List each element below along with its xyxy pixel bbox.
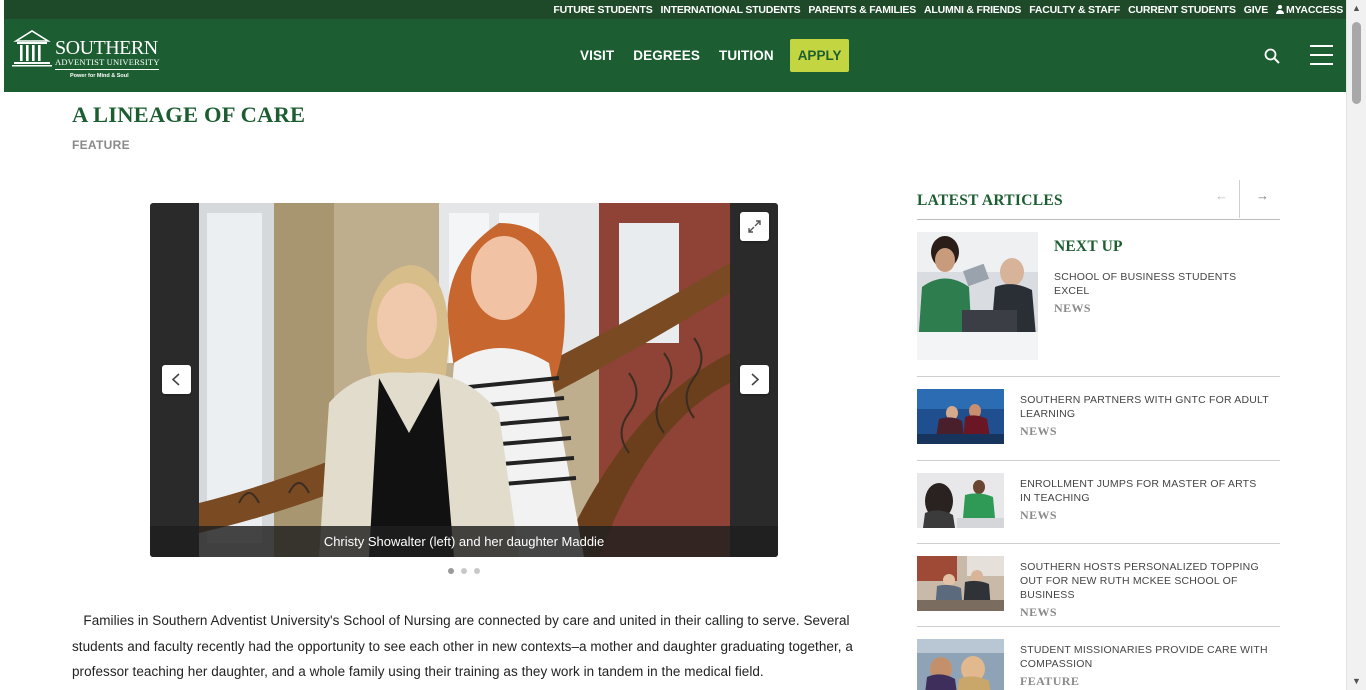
article-text: STUDENT MISSIONARIES PROVIDE CARE WITH C…: [1020, 643, 1270, 689]
gallery-caption: Christy Showalter (left) and her daughte…: [150, 526, 778, 557]
utility-link-alumni-friends[interactable]: ALUMNI & FRIENDS: [924, 4, 1021, 16]
article-title[interactable]: SOUTHERN HOSTS PERSONALIZED TOPPING OUT …: [1020, 560, 1270, 602]
article-thumbnail: [917, 639, 1004, 690]
utility-link-international-students[interactable]: INTERNATIONAL STUDENTS: [661, 4, 801, 16]
scroll-down-icon[interactable]: ▼: [1347, 673, 1366, 690]
columns-logo-icon: [12, 30, 52, 67]
next-up-title[interactable]: SCHOOL OF BUSINESS STUDENTS EXCEL: [1054, 270, 1274, 298]
apply-button[interactable]: APPLY: [789, 39, 850, 72]
article-title[interactable]: STUDENT MISSIONARIES PROVIDE CARE WITH C…: [1020, 643, 1270, 671]
page-title: A LINEAGE OF CARE: [72, 102, 306, 127]
utility-bar: FUTURE STUDENTS INTERNATIONAL STUDENTS P…: [4, 0, 1347, 19]
nav-visit[interactable]: VISIT: [580, 48, 614, 63]
article-category-label: NEWS: [1020, 605, 1057, 619]
article-thumbnail: [917, 473, 1004, 528]
sidebar-arrow-divider: [1239, 180, 1240, 218]
article-body: Families in Southern Adventist Universit…: [72, 608, 864, 685]
utility-link-current-students[interactable]: CURRENT STUDENTS: [1128, 4, 1236, 16]
gallery-dot-1[interactable]: [448, 568, 454, 574]
article-category: FEATURE: [72, 138, 130, 152]
expand-icon: [748, 220, 761, 233]
primary-nav: VISIT DEGREES TUITION APPLY: [580, 39, 850, 72]
next-up-category: NEWS: [1054, 301, 1091, 315]
gallery-pagination: [448, 568, 480, 574]
logo-tagline: Power for Mind & Soul: [70, 73, 129, 79]
sidebar-next-arrow-icon[interactable]: →: [1256, 188, 1269, 203]
chevron-right-icon: [751, 373, 760, 386]
article-category-label: NEWS: [1020, 508, 1057, 522]
nav-degrees[interactable]: DEGREES: [633, 48, 700, 63]
utility-link-give[interactable]: GIVE: [1244, 4, 1268, 16]
hamburger-menu-icon[interactable]: [1310, 45, 1333, 65]
sidebar-divider: [917, 219, 1280, 220]
gallery-next-button[interactable]: [740, 365, 769, 394]
utility-link-future-students[interactable]: FUTURE STUDENTS: [553, 4, 652, 16]
gallery-dot-3[interactable]: [474, 568, 480, 574]
scroll-up-icon[interactable]: ▲: [1347, 0, 1366, 17]
article-title[interactable]: ENROLLMENT JUMPS FOR MASTER OF ARTS IN T…: [1020, 477, 1270, 505]
utility-link-faculty-staff[interactable]: FACULTY & STAFF: [1029, 4, 1120, 16]
article-text: ENROLLMENT JUMPS FOR MASTER OF ARTS IN T…: [1020, 477, 1270, 523]
gallery-photo: [199, 203, 730, 557]
search-icon[interactable]: [1264, 48, 1280, 64]
article-item[interactable]: STUDENT MISSIONARIES PROVIDE CARE WITH C…: [917, 626, 1280, 690]
article-thumbnail: [917, 389, 1004, 444]
article-title[interactable]: SOUTHERN PARTNERS WITH GNTC FOR ADULT LE…: [1020, 393, 1270, 421]
myaccess-link[interactable]: MYACCESS: [1276, 4, 1343, 16]
gallery-prev-button[interactable]: [162, 365, 191, 394]
page: FUTURE STUDENTS INTERNATIONAL STUDENTS P…: [4, 0, 1347, 690]
next-up-thumbnail: [917, 232, 1038, 360]
gallery-expand-button[interactable]: [740, 212, 769, 241]
latest-articles-heading: LATEST ARTICLES: [917, 192, 1063, 209]
page-scrollbar[interactable]: ▲ ▼: [1346, 0, 1366, 690]
article-text: SOUTHERN PARTNERS WITH GNTC FOR ADULT LE…: [1020, 393, 1270, 439]
sidebar-pager: ← →: [1207, 180, 1280, 218]
utility-links: FUTURE STUDENTS INTERNATIONAL STUDENTS P…: [553, 0, 1343, 19]
university-logo[interactable]: SOUTHERN ADVENTIST UNIVERSITY Power for …: [12, 27, 162, 83]
article-body-text: Families in Southern Adventist Universit…: [72, 613, 853, 679]
article-category-label: FEATURE: [1020, 674, 1080, 688]
article-thumbnail: [917, 556, 1004, 611]
logo-divider: [55, 69, 159, 70]
logo-subtitle: ADVENTIST UNIVERSITY: [55, 57, 160, 67]
next-up-label: NEXT UP: [1054, 238, 1123, 255]
sidebar-prev-arrow-icon[interactable]: ←: [1215, 188, 1228, 203]
article-text: SOUTHERN HOSTS PERSONALIZED TOPPING OUT …: [1020, 560, 1270, 620]
article-item[interactable]: SOUTHERN PARTNERS WITH GNTC FOR ADULT LE…: [917, 376, 1280, 460]
utility-link-parents-families[interactable]: PARENTS & FAMILIES: [808, 4, 916, 16]
article-item[interactable]: ENROLLMENT JUMPS FOR MASTER OF ARTS IN T…: [917, 460, 1280, 544]
next-up-card[interactable]: NEXT UP SCHOOL OF BUSINESS STUDENTS EXCE…: [917, 232, 1280, 360]
gallery-dot-2[interactable]: [461, 568, 467, 574]
user-icon: [1276, 4, 1285, 14]
nav-tuition[interactable]: TUITION: [719, 48, 774, 63]
article-item[interactable]: SOUTHERN HOSTS PERSONALIZED TOPPING OUT …: [917, 543, 1280, 627]
next-up-text: SCHOOL OF BUSINESS STUDENTS EXCEL NEWS: [1054, 270, 1274, 316]
scrollbar-thumb[interactable]: [1352, 22, 1361, 104]
myaccess-label: MYACCESS: [1286, 3, 1343, 16]
main-nav: SOUTHERN ADVENTIST UNIVERSITY Power for …: [4, 19, 1347, 92]
chevron-left-icon: [171, 373, 180, 386]
photo-gallery: Christy Showalter (left) and her daughte…: [150, 203, 778, 557]
article-category-label: NEWS: [1020, 424, 1057, 438]
